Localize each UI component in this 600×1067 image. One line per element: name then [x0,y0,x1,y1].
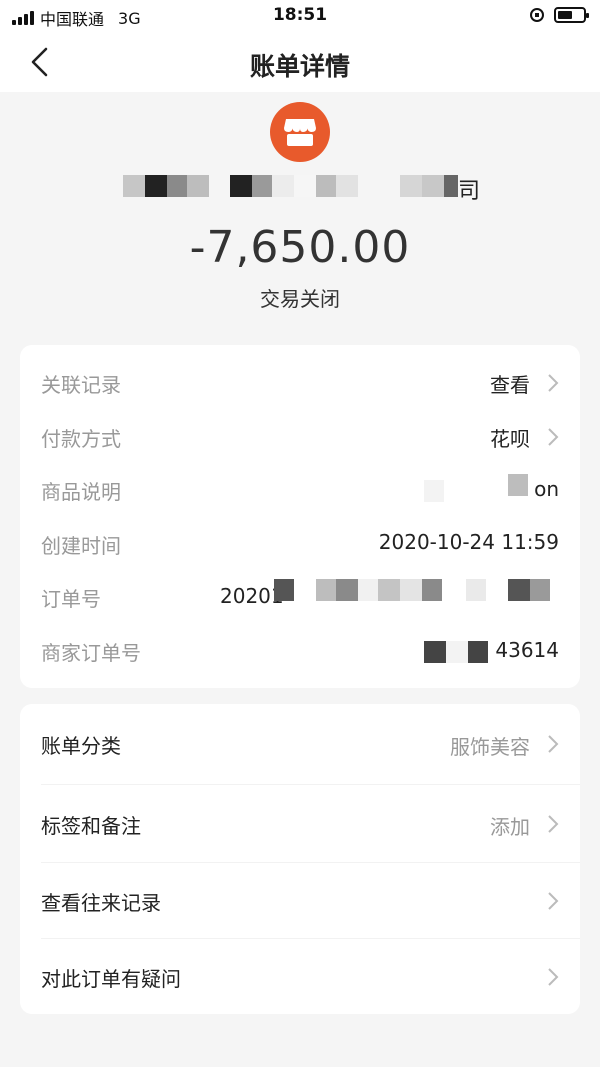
detail-row-order-number: 订单号 20201 [20,579,580,611]
merchant-logo [270,102,330,162]
transaction-amount: -7,650.00 [189,222,411,273]
detail-label: 商品说明 [41,480,121,504]
detail-value: on [534,477,559,501]
detail-label: 创建时间 [41,534,121,558]
status-right [530,7,589,23]
status-bar: 中国联通 3G 18:51 [0,0,600,32]
chevron-right-icon [548,815,559,833]
action-row-view-history[interactable]: 查看往来记录 [20,862,580,938]
detail-value: 43614 [495,638,559,662]
chevron-right-icon [548,428,559,446]
detail-label: 付款方式 [41,427,121,451]
action-label: 对此订单有疑问 [41,967,181,991]
action-label: 查看往来记录 [41,891,161,915]
merchant-name-suffix: 司 [458,179,481,204]
detail-row-related-records[interactable]: 关联记录 查看 [20,369,580,397]
action-label: 标签和备注 [41,814,141,838]
status-time: 18:51 [272,5,328,25]
detail-value: 花呗 [490,427,530,451]
nav-bar: 账单详情 [0,32,600,92]
detail-row-merchant-order-number: 商家订单号 43614 [20,637,580,665]
chevron-right-icon [548,735,559,753]
action-row-tags-notes[interactable]: 标签和备注 添加 [20,784,580,862]
details-card: 关联记录 查看 付款方式 花呗 商品说明 on 创建时间 2020-10-24 … [20,345,580,688]
chevron-right-icon [548,968,559,986]
action-row-bill-category[interactable]: 账单分类 服饰美容 [20,704,580,784]
merchant-name: 司 [0,171,600,204]
transaction-status: 交易关闭 [260,287,340,311]
actions-card: 账单分类 服饰美容 标签和备注 添加 查看往来记录 对此订单有疑问 [20,704,580,1014]
battery-icon [554,7,589,23]
chevron-right-icon [548,892,559,910]
detail-value: 查看 [490,373,530,397]
detail-value: 2020-10-24 11:59 [378,530,559,554]
action-label: 账单分类 [41,734,121,758]
store-icon [284,119,316,146]
action-value: 服饰美容 [450,735,530,759]
chevron-right-icon [548,374,559,392]
detail-label: 商家订单号 [41,641,141,665]
orientation-lock-icon [530,8,544,22]
detail-label: 关联记录 [41,373,121,397]
detail-row-payment-method[interactable]: 付款方式 花呗 [20,423,580,451]
detail-label: 订单号 [41,587,101,611]
page-title: 账单详情 [249,52,350,81]
detail-row-created-time: 创建时间 2020-10-24 11:59 [20,530,580,558]
action-row-order-question[interactable]: 对此订单有疑问 [20,938,580,1014]
detail-row-product-description: 商品说明 on [20,474,580,504]
action-value: 添加 [490,815,530,839]
